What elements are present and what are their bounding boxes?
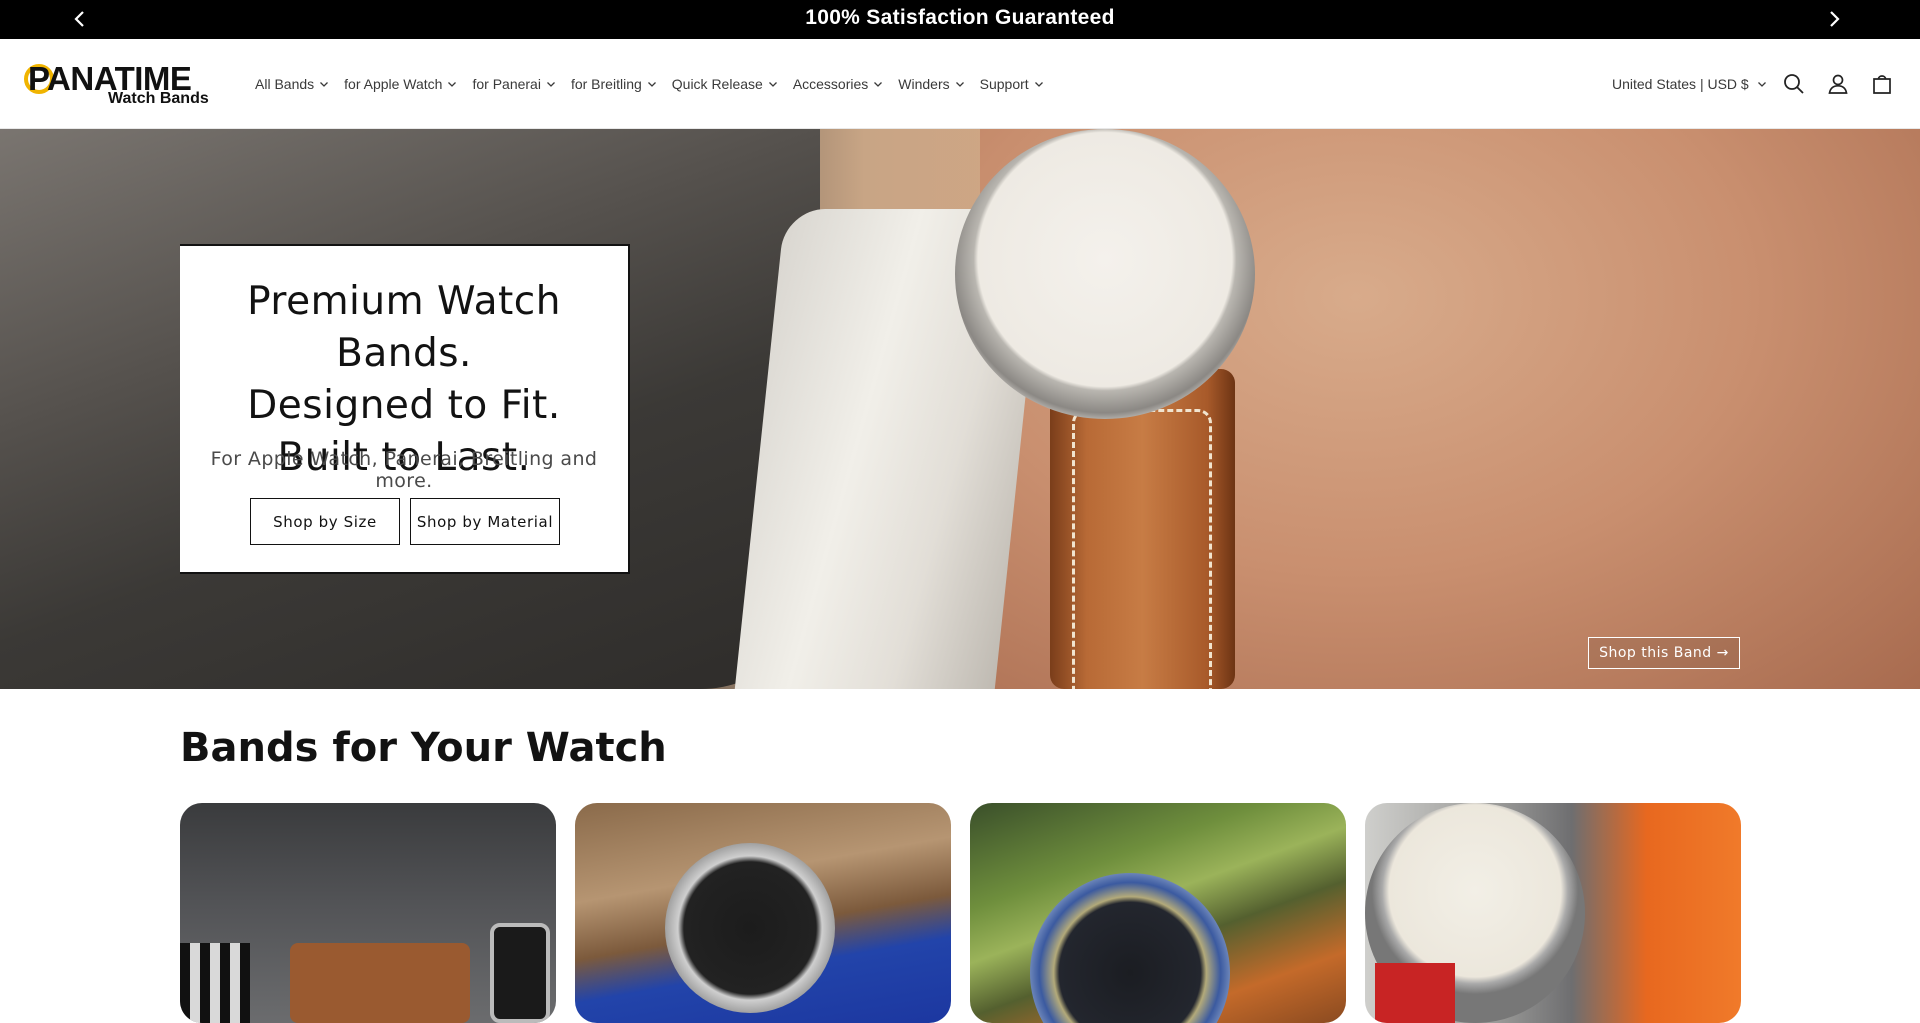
nav-winders[interactable]: Winders bbox=[898, 76, 964, 92]
nav-label: Accessories bbox=[792, 76, 869, 92]
section-title: Bands for Your Watch bbox=[180, 725, 667, 771]
nav-label: for Breitling bbox=[570, 76, 642, 92]
category-card-field-watch[interactable] bbox=[1365, 803, 1741, 1023]
site-header: PANATIME Watch Bands All Bands for Apple… bbox=[0, 39, 1920, 129]
card-image-panerai-watch bbox=[665, 843, 835, 1013]
search-icon[interactable] bbox=[1782, 72, 1806, 96]
card-image-apple-watch bbox=[490, 923, 550, 1023]
card-image-breitling-watch bbox=[1030, 873, 1230, 1023]
chevron-down-icon bbox=[320, 82, 329, 87]
chevron-down-icon bbox=[955, 82, 964, 87]
hero-card: Premium Watch Bands. Designed to Fit. Bu… bbox=[180, 244, 630, 574]
category-card-breitling[interactable] bbox=[970, 803, 1346, 1023]
nav-label: Quick Release bbox=[671, 76, 763, 92]
nav-accessories[interactable]: Accessories bbox=[793, 76, 883, 92]
nav-label: All Bands bbox=[255, 76, 315, 92]
chevron-down-icon bbox=[768, 82, 777, 87]
currency-label: United States | USD $ bbox=[1612, 76, 1749, 92]
announcement-text: 100% Satisfaction Guaranteed bbox=[805, 6, 1115, 29]
chevron-down-icon bbox=[647, 82, 656, 87]
strap-stitching bbox=[1072, 409, 1212, 689]
chevron-down-icon bbox=[874, 82, 883, 87]
chevron-down-icon bbox=[448, 82, 457, 87]
announcement-bar: 100% Satisfaction Guaranteed bbox=[0, 0, 1920, 39]
hero-image-watch bbox=[955, 129, 1255, 419]
shop-this-band-button[interactable]: Shop this Band → bbox=[1588, 637, 1740, 669]
logo-subtitle: Watch Bands bbox=[108, 90, 209, 107]
hero-subtext: For Apple Watch, Panerai, Breitling and … bbox=[210, 448, 598, 492]
chevron-down-icon bbox=[1034, 82, 1043, 87]
chevron-right-icon[interactable] bbox=[1824, 9, 1844, 29]
headline-line-1: Premium Watch Bands. bbox=[247, 279, 561, 376]
nav-all-bands[interactable]: All Bands bbox=[255, 76, 329, 92]
card-image-red-strap bbox=[1375, 963, 1455, 1023]
shop-by-size-button[interactable]: Shop by Size bbox=[250, 498, 400, 545]
category-card-panerai[interactable] bbox=[575, 803, 951, 1023]
account-icon[interactable] bbox=[1826, 72, 1850, 96]
shop-by-material-button[interactable]: Shop by Material bbox=[410, 498, 560, 545]
chevron-down-icon bbox=[546, 82, 555, 87]
card-image-leather-strap bbox=[290, 943, 470, 1023]
nav-label: Support bbox=[979, 76, 1029, 92]
nav-apple-watch[interactable]: for Apple Watch bbox=[344, 76, 457, 92]
nav-quick-release[interactable]: Quick Release bbox=[672, 76, 778, 92]
currency-selector[interactable]: United States | USD $ bbox=[1612, 39, 1767, 129]
category-card-apple-watch[interactable] bbox=[180, 803, 556, 1023]
headline-line-2: Designed to Fit. bbox=[247, 383, 561, 428]
chevron-down-icon bbox=[1757, 82, 1766, 87]
nav-label: Winders bbox=[898, 76, 950, 92]
nav-label: for Apple Watch bbox=[344, 76, 443, 92]
nav-breitling[interactable]: for Breitling bbox=[571, 76, 657, 92]
nav-support[interactable]: Support bbox=[980, 76, 1044, 92]
logo[interactable]: PANATIME Watch Bands bbox=[24, 61, 216, 107]
nav-panerai[interactable]: for Panerai bbox=[472, 76, 555, 92]
cart-icon[interactable] bbox=[1870, 72, 1894, 96]
card-image-nato-strap bbox=[180, 943, 250, 1023]
main-nav: All Bands for Apple Watch for Panerai fo… bbox=[255, 39, 1059, 129]
nav-label: for Panerai bbox=[472, 76, 541, 92]
hero-image-strap bbox=[1050, 369, 1235, 689]
